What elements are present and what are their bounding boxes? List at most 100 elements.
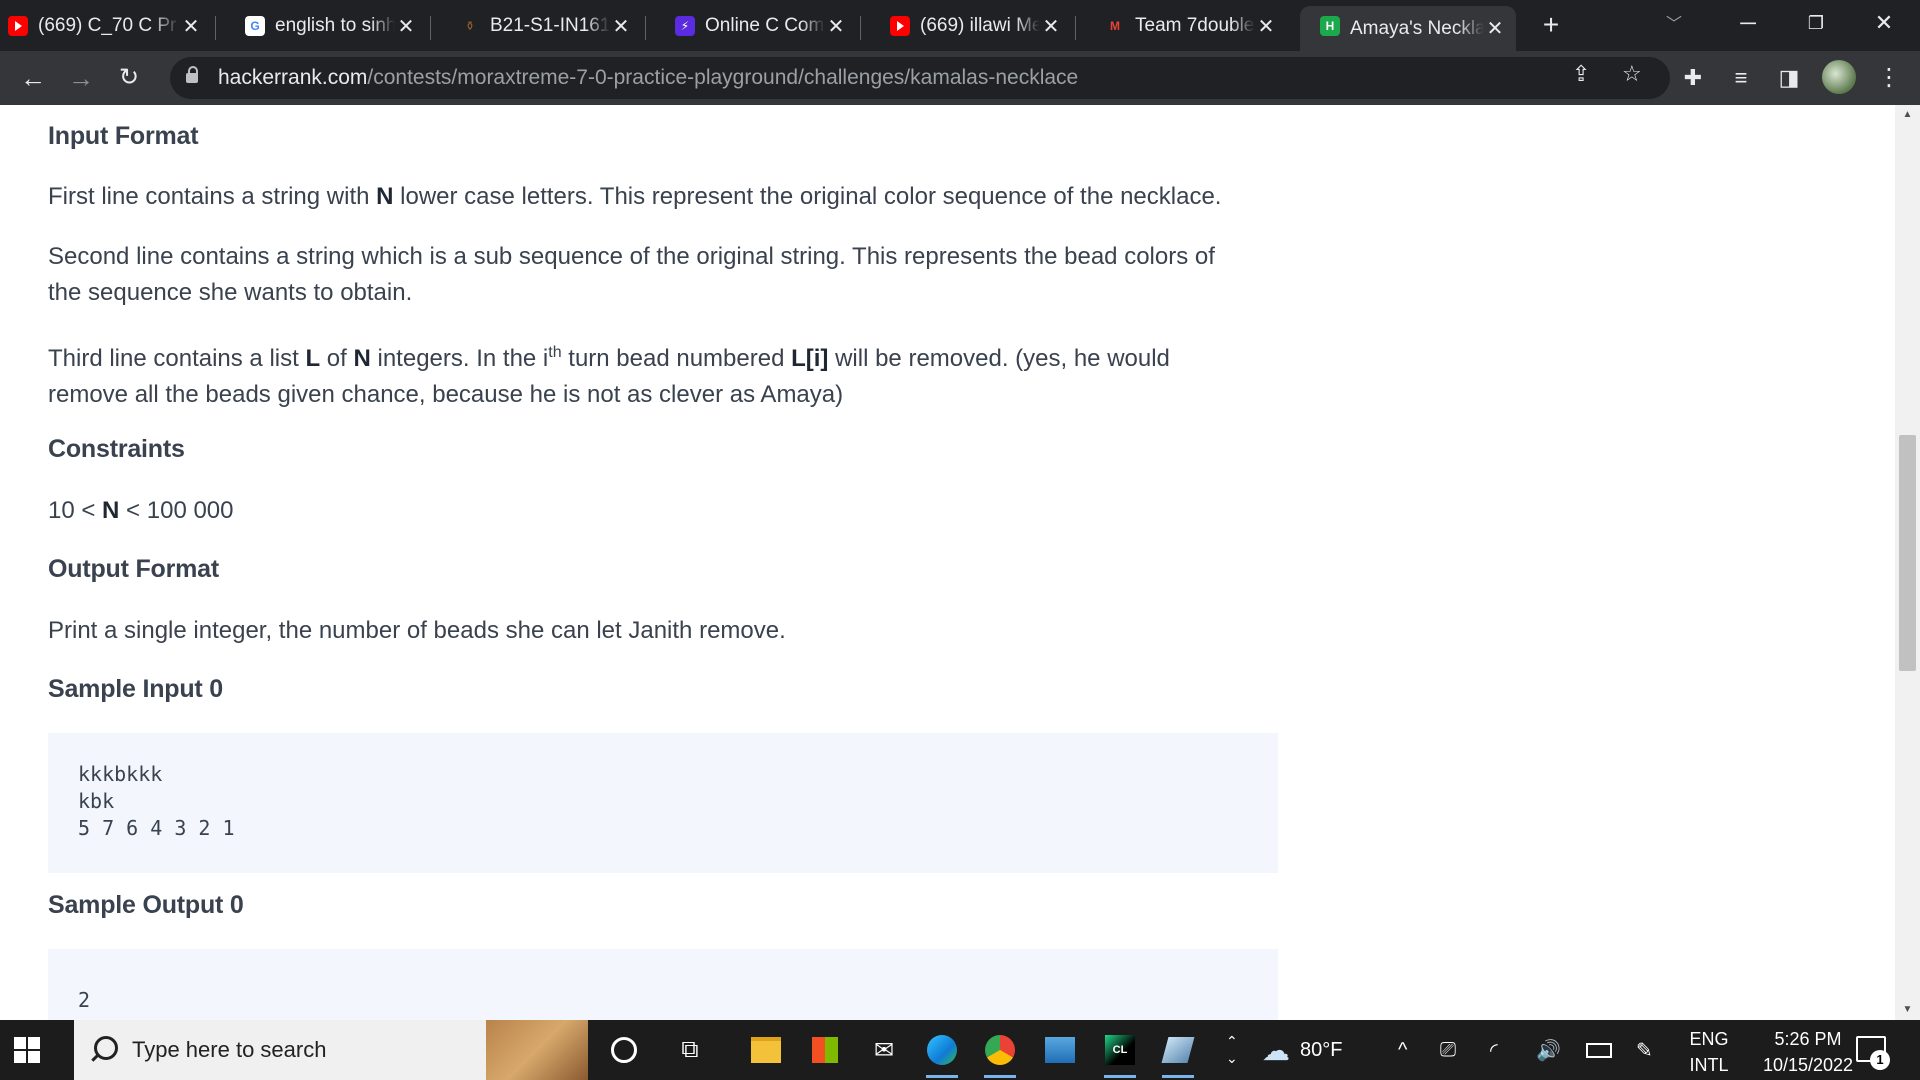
volume-icon[interactable]: 🔊 [1536,1020,1561,1080]
minimize-button[interactable]: ─ [1718,6,1778,40]
tab-youtube-illawi[interactable]: (669) illawi Me ✕ [860,6,1072,46]
close-icon[interactable]: ✕ [180,14,202,39]
system-clock[interactable]: 5:26 PM 10/15/2022 [1744,1026,1872,1078]
tab-search-chevron-icon[interactable]: ﹀ [1666,10,1682,34]
back-button[interactable]: ← [16,61,50,95]
var-l-i: L[i] [791,345,829,372]
app-overflow-icon[interactable]: ⌃ ⌄ [1226,1020,1238,1080]
bolt-icon: ⚡ [675,16,695,36]
more-menu-icon[interactable]: ⋮ [1872,61,1906,95]
restore-button[interactable]: ❐ [1786,6,1846,40]
photos-icon[interactable] [1040,1030,1080,1070]
tab-b21[interactable]: ⚱ B21-S1-IN1611 ✕ [430,6,642,46]
input-language[interactable]: ENG INTL [1684,1026,1734,1078]
edge-icon[interactable] [922,1030,962,1078]
tab-amayas-necklace[interactable]: H Amaya's Necklace ✕ [1300,6,1516,51]
tab-title: (669) illawi Me [920,15,1040,36]
chrome-icon[interactable] [980,1030,1020,1078]
gmail-icon: M [1110,19,1120,33]
constraint-text: 10 < N < 100 000 [48,493,1278,529]
wifi-icon[interactable]: ◜ [1490,1020,1498,1080]
screen-capture-icon[interactable]: ⎚ [1440,1020,1456,1080]
youtube-icon [8,16,28,36]
start-pane [14,1037,26,1049]
profile-avatar[interactable] [1822,60,1856,94]
language-layout: INTL [1689,1055,1729,1075]
hackerrank-icon: H [1320,16,1340,36]
browser-tab-strip: (669) C_70 C Pr ✕ G english to sinhala ✕… [0,0,1920,51]
scroll-up-icon[interactable]: ▲ [1895,105,1920,125]
cloud-icon: ☁ [1262,1034,1290,1066]
start-pane [28,1037,40,1049]
output-format-heading: Output Format [48,555,219,583]
scroll-thumb[interactable] [1899,435,1916,671]
notes-app-icon[interactable] [1158,1030,1198,1078]
task-view-icon[interactable]: ⧉ [670,1030,710,1070]
sample-input-heading: Sample Input 0 [48,675,224,703]
clock-date: 10/15/2022 [1762,1055,1854,1075]
tab-title: Team 7double [1135,15,1255,36]
close-window-button[interactable]: ✕ [1854,6,1914,40]
cortana-icon[interactable] [604,1030,644,1070]
extensions-puzzle-icon[interactable]: ✚ [1676,61,1710,95]
tab-separator [215,16,216,40]
reading-list-icon[interactable]: ≡ [1724,61,1758,95]
close-icon[interactable]: ✕ [825,14,847,39]
language-code: ENG [1689,1029,1729,1049]
browser-toolbar: ← → ↻ hackerrank.com/contests/moraxtreme… [0,51,1920,105]
windows-start-icon[interactable] [14,1037,40,1063]
clion-icon[interactable]: CL [1100,1030,1140,1078]
sample-input-codebox: kkkbkkk kbk 5 7 6 4 3 2 1 [48,733,1278,873]
page-scrollbar[interactable]: ▲ ▼ [1895,105,1920,1020]
scroll-down-icon[interactable]: ▼ [1895,1000,1920,1020]
text: turn bead numbered [561,345,792,372]
page-content: Input Format First line contains a strin… [0,105,1895,1020]
close-icon[interactable]: ✕ [610,14,632,39]
constraints-heading: Constraints [48,435,185,463]
new-tab-button[interactable]: + [1534,8,1568,42]
input-line-3: Third line contains a list L of N intege… [48,335,1278,413]
sample-output-heading: Sample Output 0 [48,891,244,919]
url-host: hackerrank.com [218,66,368,89]
notification-badge: 1 [1870,1050,1890,1070]
mail-icon[interactable]: ✉ [864,1030,904,1070]
address-bar[interactable]: hackerrank.com/contests/moraxtreme-7-0-p… [170,57,1670,99]
side-panel-icon[interactable]: ◨ [1772,61,1806,95]
text: lower case letters. This represent the o… [393,183,1222,210]
windows-taskbar: Type here to search ⧉ ✉ CL ⌃ ⌄ ☁ 80°F ^ ⎚… [0,1020,1920,1080]
microsoft-store-icon[interactable] [805,1030,845,1070]
tab-online-c-compiler[interactable]: ⚡ Online C Compiler ✕ [645,6,857,46]
close-icon[interactable]: ✕ [395,14,417,39]
reload-button[interactable]: ↻ [112,61,146,95]
tab-separator [430,16,431,40]
search-highlight-image[interactable] [486,1020,588,1080]
weather-widget[interactable]: ☁ 80°F [1262,1020,1342,1080]
input-line-1: First line contains a string with N lowe… [48,179,1278,215]
search-placeholder: Type here to search [132,1037,327,1062]
close-icon[interactable]: ✕ [1255,14,1277,39]
close-icon[interactable]: ✕ [1484,16,1506,41]
tab-google-translate[interactable]: G english to sinhala ✕ [215,6,427,46]
tab-separator [1075,16,1076,40]
var-n: N [353,345,371,372]
var-l: L [305,345,321,372]
file-explorer-icon[interactable] [746,1030,786,1070]
tab-gmail-team[interactable]: M Team 7double ✕ [1075,6,1287,46]
input-format-heading: Input Format [48,122,199,150]
url-path: /contests/moraxtreme-7-0-practice-playgr… [367,66,1079,89]
sample-input-code: kkkbkkk kbk 5 7 6 4 3 2 1 [78,762,235,840]
output-format-text: Print a single integer, the number of be… [48,617,786,644]
tab-separator [645,16,646,40]
tab-youtube-c70[interactable]: (669) C_70 C Pr ✕ [0,6,212,46]
bookmark-star-icon[interactable]: ☆ [1622,61,1642,87]
text: of [320,345,354,372]
pen-icon[interactable]: ✎ [1636,1020,1653,1080]
show-hidden-icons-chevron-icon[interactable]: ^ [1398,1020,1407,1080]
tab-title: (669) C_70 C Pr [38,15,177,36]
forward-button[interactable]: → [64,61,98,95]
battery-icon[interactable] [1586,1020,1612,1080]
share-icon[interactable]: ⇪ [1572,61,1590,87]
lock-icon[interactable] [186,66,198,83]
tab-title: B21-S1-IN1611 [490,15,610,36]
close-icon[interactable]: ✕ [1040,14,1062,39]
